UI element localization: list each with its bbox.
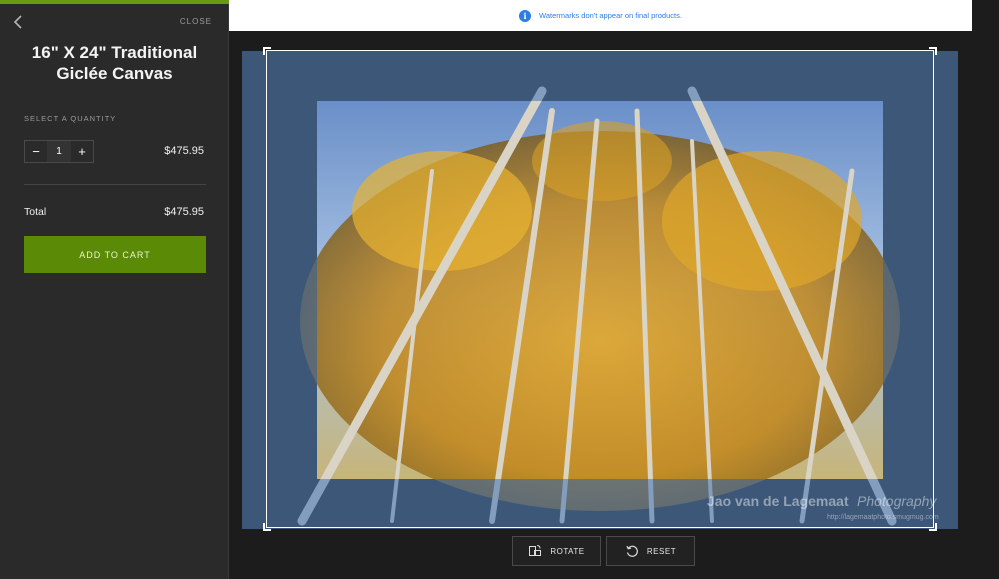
crop-handle-top-right[interactable]	[929, 47, 937, 55]
product-title-line2: Giclée Canvas	[56, 64, 173, 83]
product-title-line1: 16" X 24" Traditional	[31, 43, 198, 62]
rotate-label: ROTATE	[550, 546, 585, 556]
crop-handle-top-left[interactable]	[263, 47, 271, 55]
reset-icon	[625, 544, 639, 558]
watermark-notice-text: Watermarks don't appear on final product…	[539, 11, 682, 20]
quantity-stepper: − 1 +	[24, 140, 94, 163]
rotate-button[interactable]: ROTATE	[512, 536, 601, 566]
crop-handle-bottom-right[interactable]	[929, 523, 937, 531]
quantity-value[interactable]: 1	[47, 141, 71, 162]
print-customizer: CLOSE 16" X 24" Traditional Giclée Canva…	[0, 0, 999, 579]
decrement-button[interactable]: −	[25, 141, 47, 162]
close-button[interactable]: CLOSE	[180, 17, 212, 26]
rotate-icon	[528, 544, 542, 558]
total-value: $475.95	[164, 206, 204, 218]
back-button[interactable]	[11, 12, 27, 32]
reset-label: RESET	[646, 546, 677, 556]
progress-fill	[0, 0, 229, 4]
watermark-notice: i Watermarks don't appear on final produ…	[229, 0, 972, 31]
crop-box[interactable]	[263, 47, 937, 531]
increment-button[interactable]: +	[71, 141, 93, 162]
add-to-cart-button[interactable]: ADD TO CART	[24, 236, 206, 273]
preview-area: i Watermarks don't appear on final produ…	[229, 0, 999, 579]
chevron-left-icon	[13, 15, 22, 29]
unit-price: $475.95	[164, 145, 204, 157]
divider	[24, 184, 206, 185]
info-icon: i	[519, 9, 532, 22]
crop-handle-bottom-left[interactable]	[263, 523, 271, 531]
total-label: Total	[24, 206, 47, 218]
product-title: 16" X 24" Traditional Giclée Canvas	[0, 42, 229, 84]
quantity-label: SELECT A QUANTITY	[24, 114, 117, 123]
reset-button[interactable]: RESET	[606, 536, 695, 566]
order-sidebar: CLOSE 16" X 24" Traditional Giclée Canva…	[0, 0, 229, 579]
progress-bar	[0, 0, 229, 4]
